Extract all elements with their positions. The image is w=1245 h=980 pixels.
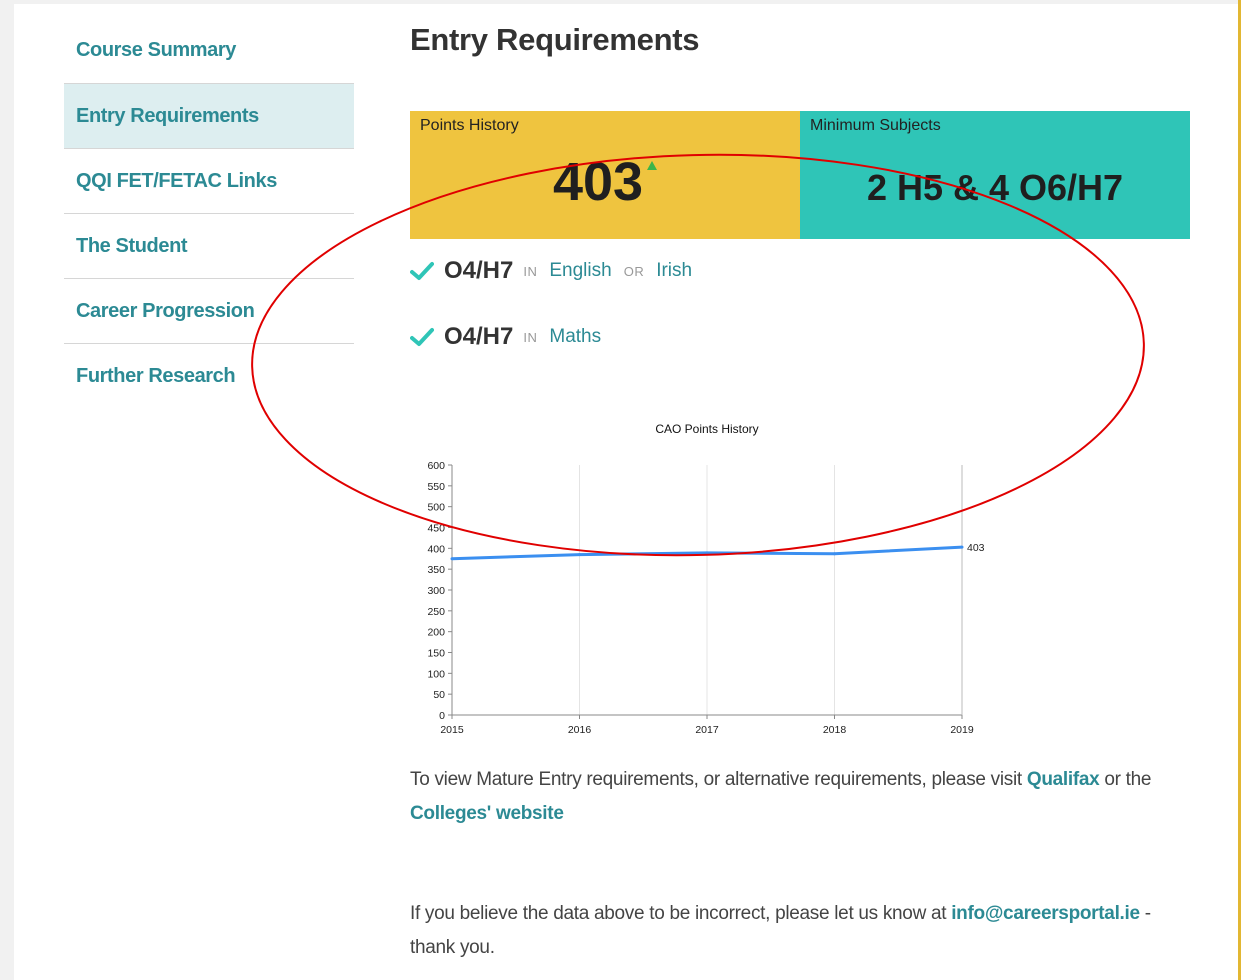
points-history-box: Points History 403 bbox=[410, 111, 800, 239]
chart-y-tick-label: 250 bbox=[427, 606, 445, 618]
colleges-website-link[interactable]: Colleges' website bbox=[410, 803, 564, 824]
chart-data-point bbox=[705, 551, 709, 555]
mature-entry-text: To view Mature Entry requirements, or al… bbox=[410, 769, 1027, 790]
checkmark-icon bbox=[410, 262, 434, 280]
qualifax-link[interactable]: Qualifax bbox=[1027, 769, 1100, 790]
chart-svg: CAO Points History 0 50 100 150 200 250 300 350 4… bbox=[427, 422, 985, 736]
or-label: OR bbox=[623, 263, 645, 279]
requirement-row: O4/H7 IN English OR Irish bbox=[410, 256, 704, 286]
sidebar-item-career-progression[interactable]: Career Progression bbox=[64, 279, 354, 344]
minimum-subjects-value: 2 H5 & 4 O6/H7 bbox=[866, 167, 1124, 208]
chart-data-point bbox=[578, 553, 581, 557]
chart-x-tick-label: 2017 bbox=[695, 724, 719, 736]
chart-y-tick-label: 50 bbox=[433, 689, 445, 701]
chart-x-tick-label: 2019 bbox=[950, 724, 974, 736]
checkmark-icon bbox=[410, 328, 434, 346]
subject-link-maths[interactable]: Maths bbox=[549, 326, 601, 348]
chart-y-tick-label: 300 bbox=[427, 585, 445, 597]
minimum-subjects-label: Minimum Subjects bbox=[810, 117, 941, 134]
requirement-row: O4/H7 IN Maths bbox=[410, 322, 613, 352]
requirement-grade: O4/H7 bbox=[444, 257, 514, 284]
requirement-grade: O4/H7 bbox=[444, 323, 514, 350]
mature-entry-paragraph: To view Mature Entry requirements, or al… bbox=[410, 763, 1190, 831]
sidebar-item-course-summary[interactable]: Course Summary bbox=[64, 18, 354, 84]
email-link[interactable]: info@careersportal.ie bbox=[951, 903, 1140, 924]
contact-paragraph: If you believe the data above to be inco… bbox=[410, 897, 1190, 965]
page-title: Entry Requirements bbox=[410, 22, 700, 57]
chart-y-tick-label: 100 bbox=[427, 668, 445, 680]
chart-x-tick-label: 2018 bbox=[823, 724, 847, 736]
chart-y-tick-label: 400 bbox=[427, 543, 445, 555]
sidebar-item-the-student[interactable]: The Student bbox=[64, 214, 354, 279]
contact-text: If you believe the data above to be inco… bbox=[410, 903, 952, 924]
chart-data-point bbox=[833, 552, 836, 556]
chart-x-tick-label: 2015 bbox=[440, 724, 464, 736]
trend-up-icon bbox=[647, 161, 658, 170]
chart-y-tick-label: 150 bbox=[427, 648, 445, 660]
points-value: 403 bbox=[552, 152, 644, 212]
chart-data-point bbox=[960, 545, 964, 549]
sidebar-item-further-research[interactable]: Further Research bbox=[64, 344, 354, 409]
cao-points-chart: CAO Points History 0 50 100 150 200 250 300 350 4… bbox=[400, 410, 1020, 755]
sidebar-nav: Course Summary Entry Requirements QQI FE… bbox=[64, 18, 354, 409]
sidebar-item-entry-requirements[interactable]: Entry Requirements bbox=[64, 84, 354, 149]
chart-y-tick-label: 550 bbox=[427, 481, 445, 493]
chart-data-point bbox=[450, 557, 454, 561]
subject-link-english[interactable]: English bbox=[549, 260, 611, 282]
subject-link-irish[interactable]: Irish bbox=[656, 260, 692, 282]
in-label: IN bbox=[523, 329, 538, 345]
chart-x-tick-label: 2016 bbox=[568, 724, 592, 736]
minimum-subjects-box: Minimum Subjects 2 H5 & 4 O6/H7 bbox=[800, 111, 1190, 239]
chart-title: CAO Points History bbox=[655, 422, 758, 436]
in-label: IN bbox=[523, 263, 538, 279]
points-history-label: Points History bbox=[420, 117, 519, 134]
chart-y-tick-label: 600 bbox=[427, 460, 445, 472]
sidebar-item-qqi-fet-fetac-links[interactable]: QQI FET/FETAC Links bbox=[64, 149, 354, 214]
chart-data-label: 403 bbox=[967, 542, 985, 554]
chart-y-tick-label: 0 bbox=[439, 710, 445, 722]
chart-y-tick-label: 200 bbox=[427, 627, 445, 639]
chart-y-tick-label: 350 bbox=[427, 564, 445, 576]
chart-y-tick-label: 450 bbox=[427, 523, 445, 535]
chart-y-tick-label: 500 bbox=[427, 502, 445, 514]
mature-entry-text-middle: or the bbox=[1099, 769, 1152, 790]
right-edge-border bbox=[1238, 0, 1245, 980]
points-value-wrapper: 403 bbox=[410, 151, 800, 213]
